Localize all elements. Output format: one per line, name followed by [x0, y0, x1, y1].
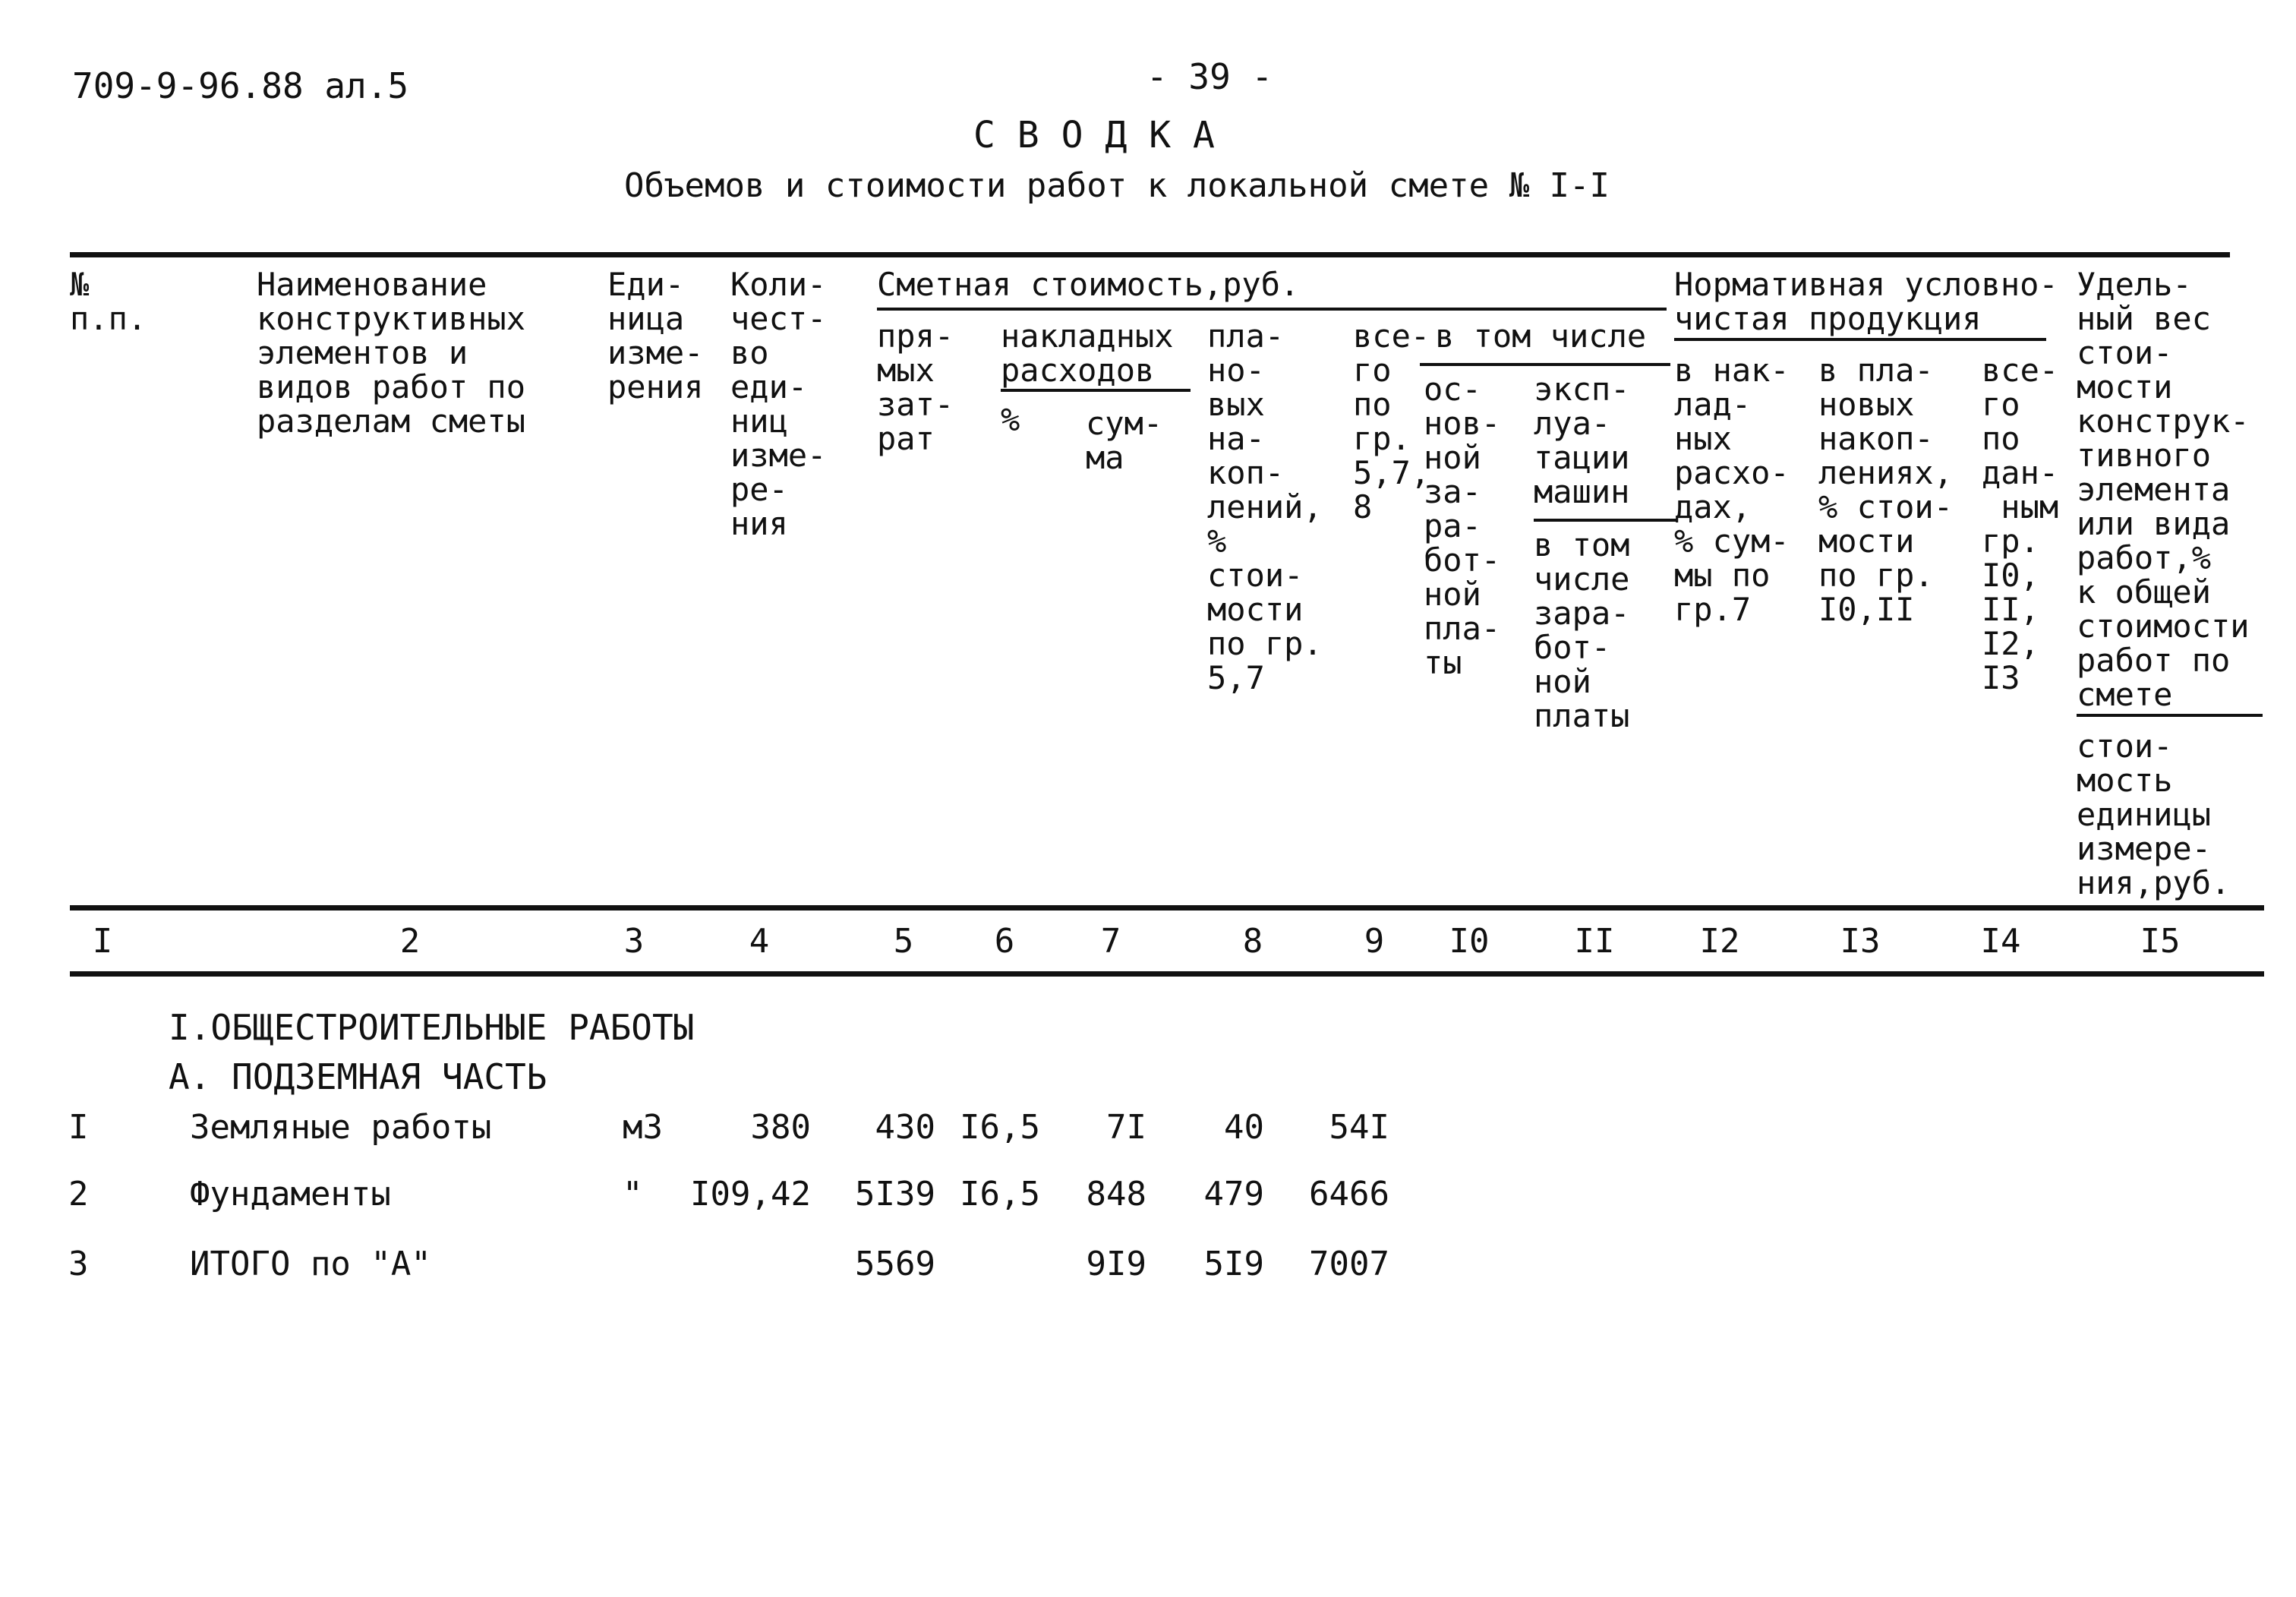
cell-total: 6466: [1309, 1175, 1389, 1214]
cell-no: 2: [68, 1175, 89, 1214]
header-col-norm-planned: в пла- новых накоп- лениях, % стои- мост…: [1818, 352, 1954, 628]
column-number: 2: [399, 922, 421, 961]
header-col-norm-total: все- го по дан- ным гр. I0, II, I2, I3: [1982, 352, 2059, 696]
table-top-rule: [70, 252, 2230, 257]
header-col-number: № п.п.: [70, 266, 147, 337]
column-number: I5: [2140, 922, 2181, 961]
header-machine-ops-rule: [1534, 519, 1678, 522]
column-number: I3: [1840, 922, 1881, 961]
cell-no: I: [68, 1108, 89, 1147]
column-number: I4: [1980, 922, 2021, 961]
section-title: I.ОБЩЕСТРОИТЕЛЬНЫЕ РАБОТЫ: [169, 1007, 695, 1048]
cell-total: 7007: [1309, 1245, 1389, 1283]
header-col-base-wages: ос- нов- ной за- ра- бот- ной пла- ты: [1424, 371, 1501, 681]
column-numbers-top-rule: [70, 905, 2264, 911]
cell-name: Фундаменты: [190, 1175, 391, 1214]
header-col-norm-overhead: в нак- лад- ных расхо- дах, % сум- мы по…: [1674, 352, 1790, 628]
header-normative-rule: [1674, 338, 2046, 341]
header-group-including: в том числе: [1435, 317, 1647, 355]
column-number: 5: [893, 922, 914, 961]
column-number: 3: [623, 922, 645, 961]
cell-name: ИТОГО по "А": [190, 1245, 431, 1283]
column-numbers-bottom-rule: [70, 971, 2264, 977]
cell-name: Земляные работы: [190, 1108, 492, 1147]
column-number: 8: [1242, 922, 1263, 961]
column-number: I0: [1449, 922, 1490, 961]
header-col-direct: пря- мых зат- рат: [877, 317, 954, 457]
header-col-overhead-pct: %: [1001, 401, 1020, 438]
header-col-unit: Еди- ница изме- рения: [607, 266, 704, 406]
header-col-planned: пла- но- вых на- коп- лений, % стои- мос…: [1207, 317, 1323, 696]
header-col-specific-weight: Удель- ный вес стои- мости конструк- тив…: [2077, 266, 2250, 713]
document-title: С В О Д К А: [973, 114, 1215, 156]
header-col-total: все- го по гр. 5,7, 8: [1353, 317, 1430, 525]
column-number: 4: [749, 922, 770, 961]
cell-no: 3: [68, 1245, 89, 1283]
header-group-cost-rule: [877, 308, 1667, 311]
header-col-machine-ops: эксп- луа- тации машин: [1534, 371, 1630, 510]
document-subtitle: Объемов и стоимости работ к локальной см…: [624, 166, 1610, 205]
header-col-quantity: Коли- чест- во еди- ниц изме- ре- ния: [730, 266, 827, 542]
header-col-overhead-sum: сум- ма: [1086, 405, 1163, 476]
header-group-normative: Нормативная условно- чистая продукция: [1674, 266, 2058, 337]
header-overhead-rule: [1001, 389, 1191, 392]
column-number: II: [1574, 922, 1615, 961]
column-number: I: [92, 922, 113, 961]
header-col-machine-wages: в том числе зара- бот- ной платы: [1534, 526, 1630, 734]
header-col-unit-cost: стои- мость единицы измере- ния,руб.: [2077, 727, 2231, 901]
header-specific-weight-rule: [2077, 714, 2263, 717]
header-group-cost: Сметная стоимость,руб.: [877, 266, 1300, 303]
cell-total: 54I: [1329, 1108, 1389, 1147]
document-code: 709-9-96.88 ал.5: [72, 65, 409, 106]
column-number: I2: [1699, 922, 1740, 961]
subsection-title: А. ПОДЗЕМНАЯ ЧАСТЬ: [169, 1056, 547, 1097]
column-number: 7: [1100, 922, 1121, 961]
header-col-name: Наименование конструктивных элементов и …: [257, 266, 526, 440]
cell-direct: 5569: [855, 1245, 935, 1283]
page-number: - 39 -: [1146, 56, 1273, 97]
column-number: 6: [994, 922, 1015, 961]
column-number: 9: [1364, 922, 1385, 961]
header-including-rule: [1420, 363, 1670, 366]
header-group-overhead: накладных расходов: [1001, 317, 1174, 389]
